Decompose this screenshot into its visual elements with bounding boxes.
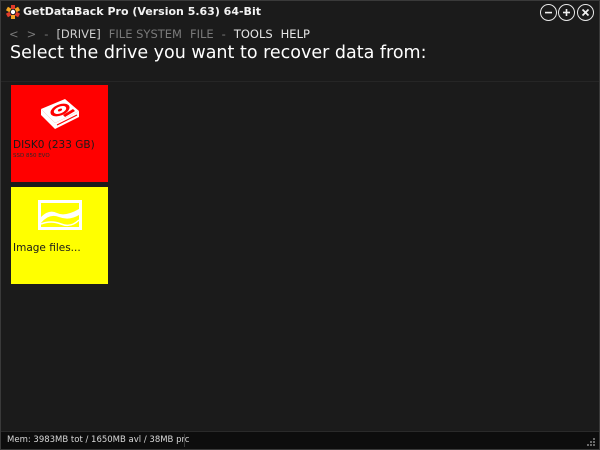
back-button[interactable]: <	[9, 27, 19, 41]
memory-status: Mem: 3983MB tot / 1650MB avl / 38MB prc	[7, 435, 190, 445]
menu-file[interactable]: FILE	[190, 27, 214, 41]
window-title: GetDataBack Pro (Version 5.63) 64-Bit	[23, 5, 261, 18]
app-logo-icon	[5, 5, 21, 19]
drive-tile-disk0[interactable]: DISK0 (233 GB) SSD 850 EVO	[11, 85, 108, 182]
status-divider	[184, 434, 185, 447]
forward-button[interactable]: >	[27, 27, 37, 41]
image-file-icon	[38, 200, 82, 230]
close-button[interactable]	[577, 4, 594, 21]
menu-help[interactable]: HELP	[281, 27, 310, 41]
minimize-button[interactable]	[540, 4, 557, 21]
page-heading: Select the drive you want to recover dat…	[10, 43, 427, 63]
minimize-icon	[545, 11, 552, 14]
menu-drive[interactable]: [DRIVE]	[56, 27, 100, 41]
menu-bar: < > - [DRIVE] FILE SYSTEM FILE - TOOLS H…	[9, 26, 318, 42]
plus-icon	[563, 9, 570, 16]
drive-tile-label: DISK0 (233 GB)	[13, 139, 95, 151]
drive-tile-model: SSD 850 EVO	[13, 153, 50, 159]
menu-tools[interactable]: TOOLS	[234, 27, 273, 41]
hard-disk-icon	[41, 99, 79, 129]
app-window: GetDataBack Pro (Version 5.63) 64-Bit < …	[0, 0, 600, 450]
image-files-tile[interactable]: Image files...	[11, 187, 108, 284]
menu-file-system[interactable]: FILE SYSTEM	[109, 27, 182, 41]
close-icon	[581, 8, 590, 17]
resize-grip-icon[interactable]	[586, 437, 596, 447]
menu-separator: -	[44, 27, 49, 41]
status-bar: Mem: 3983MB tot / 1650MB avl / 38MB prc	[1, 431, 599, 449]
divider	[1, 81, 599, 82]
image-files-label: Image files...	[13, 242, 81, 254]
menu-separator: -	[221, 27, 226, 41]
maximize-button[interactable]	[558, 4, 575, 21]
title-bar[interactable]: GetDataBack Pro (Version 5.63) 64-Bit	[1, 1, 599, 23]
